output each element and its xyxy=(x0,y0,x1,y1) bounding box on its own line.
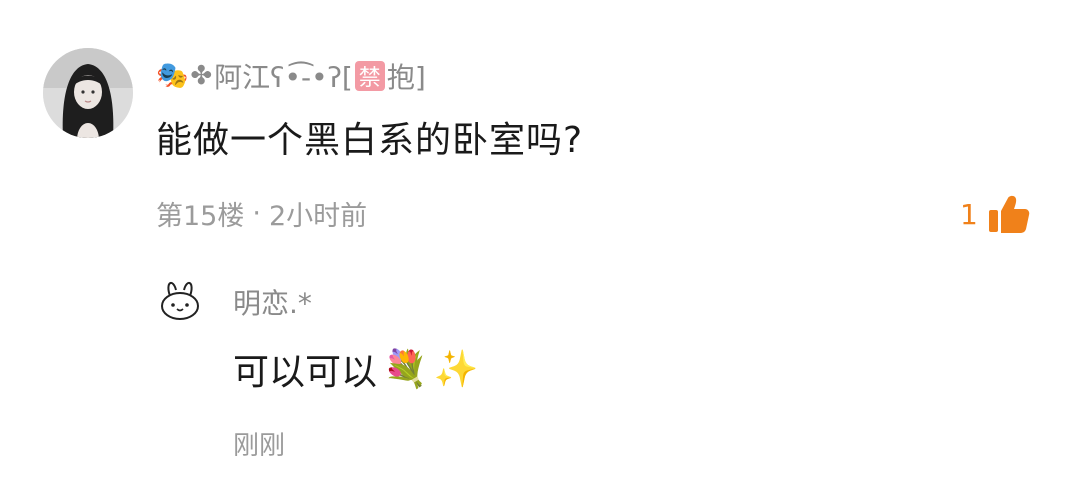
bouquet-icon: 💐 xyxy=(383,349,428,390)
avatar-image xyxy=(43,48,133,138)
comment-text[interactable]: 能做一个黑白系的卧室吗? xyxy=(156,111,583,163)
reply-username[interactable]: 明恋.* xyxy=(233,282,312,322)
reply-timestamp: 刚刚 xyxy=(233,431,286,461)
comment-thread: 🎭 ✤ 阿江ʕ•͡-•ʔ[ 禁 抱] 能做一个黑白系的卧室吗? 第15楼 · 2… xyxy=(0,0,1080,487)
username-suffix: 抱] xyxy=(386,61,426,94)
bunny-avatar-icon xyxy=(161,281,199,320)
reply-text[interactable]: 可以可以 💐 ✨ xyxy=(233,343,479,395)
comment-username[interactable]: 🎭 ✤ 阿江ʕ•͡-•ʔ[ 禁 抱] xyxy=(156,56,426,96)
ban-badge: 禁 xyxy=(354,61,385,91)
username-text: 阿江ʕ•͡-•ʔ[ xyxy=(214,61,353,94)
floor-number: 第15楼 xyxy=(156,201,245,232)
like-count: 1 xyxy=(960,197,978,231)
meta-separator: · xyxy=(252,198,261,229)
comment-meta: 第15楼 · 2小时前 xyxy=(156,194,367,233)
comment-timestamp: 2小时前 xyxy=(268,201,368,232)
thumbs-up-icon xyxy=(988,195,1030,233)
sparkles-icon: ✨ xyxy=(433,349,479,390)
flower-icon: ✤ xyxy=(190,61,213,91)
reply-avatar[interactable] xyxy=(156,276,204,324)
like-button[interactable]: 1 xyxy=(960,194,1030,234)
reply-text-content: 可以可以 xyxy=(233,352,378,393)
avatar[interactable] xyxy=(43,48,133,138)
theater-masks-icon: 🎭 xyxy=(156,61,189,91)
